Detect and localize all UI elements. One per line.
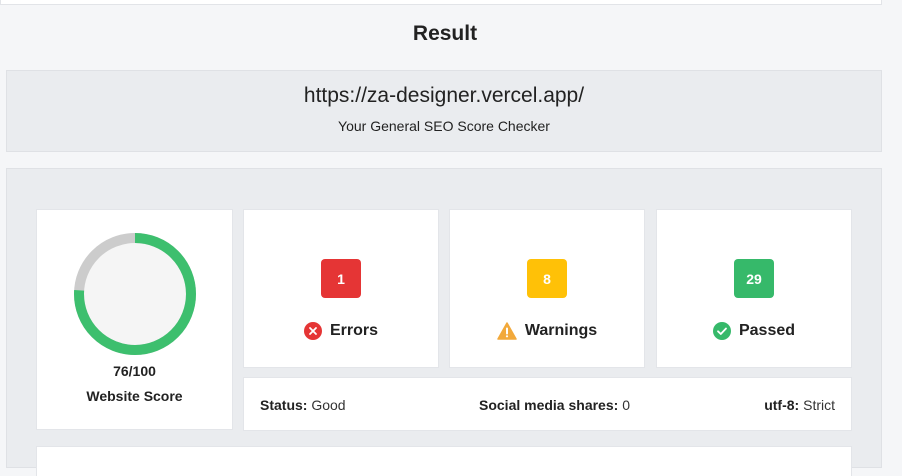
error-x-icon [303,322,322,340]
warnings-count-badge: 8 [527,259,567,298]
charset-info: utf-8: Strict [764,397,835,413]
status-value: Good [311,397,346,413]
passed-label: Passed [657,322,851,340]
score-label: Website Score [86,388,183,404]
details-card [36,446,852,476]
status-info: Status: Good [260,397,346,413]
page-title: Result [412,22,478,45]
score-ring [74,233,196,355]
charset-key: utf-8: [764,397,800,413]
errors-label: Errors [244,322,438,340]
social-shares-key: Social media shares: [479,397,619,413]
passed-card[interactable]: 29 Passed [656,209,852,368]
status-key: Status: [260,397,308,413]
warning-triangle-icon [497,322,517,340]
passed-count-badge: 29 [734,259,774,298]
website-score-card: 76/100 Website Score [36,209,233,430]
errors-count-badge: 1 [321,259,361,298]
warnings-label: Warnings [450,322,644,340]
site-info-bar: Status: Good Social media shares: 0 utf-… [243,377,852,431]
social-shares-value: 0 [622,397,630,413]
errors-label-text: Errors [329,322,379,339]
warnings-label-text: Warnings [524,322,598,339]
charset-value: Strict [803,397,835,413]
warnings-card[interactable]: 8 Warnings [449,209,645,368]
page-subtitle: Your General SEO Score Checker [338,118,550,134]
passed-label-text: Passed [738,322,796,339]
score-value: 76/100 [113,363,156,379]
check-circle-icon [712,322,731,340]
site-url: https://za-designer.vercel.app/ [303,84,585,107]
social-shares-info: Social media shares: 0 [479,397,630,413]
errors-card[interactable]: 1 Errors [243,209,439,368]
url-header: https://za-designer.vercel.app/ Your Gen… [6,70,882,152]
top-card-edge [0,0,882,5]
